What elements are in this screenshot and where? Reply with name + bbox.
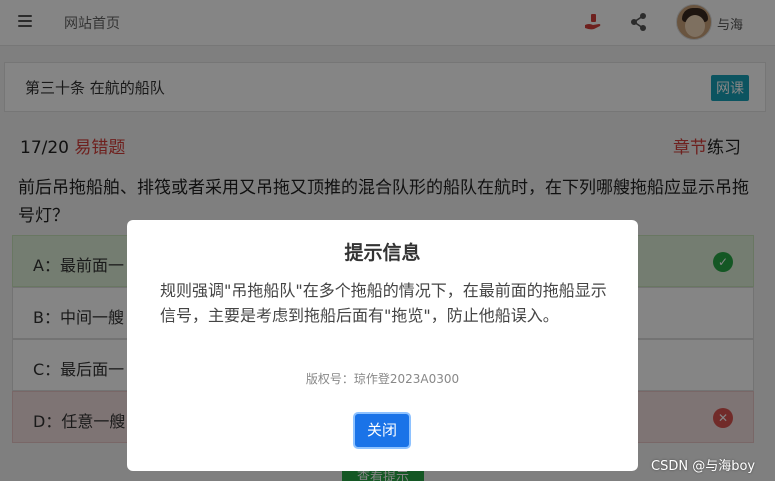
dialog-title: 提示信息 <box>344 242 421 264</box>
close-button[interactable]: 关闭 <box>353 412 411 449</box>
hint-dialog: 提示信息 规则强调"吊拖船队"在多个拖船的情况下，在最前面的拖船显示信号，主要是… <box>127 220 638 471</box>
csdn-watermark: CSDN @与海boy <box>651 459 756 474</box>
dialog-body: 规则强调"吊拖船队"在多个拖船的情况下，在最前面的拖船显示信号，主要是考虑到拖船… <box>160 281 607 325</box>
copyright-text: 版权号：琼作登2023A0300 <box>305 372 460 386</box>
